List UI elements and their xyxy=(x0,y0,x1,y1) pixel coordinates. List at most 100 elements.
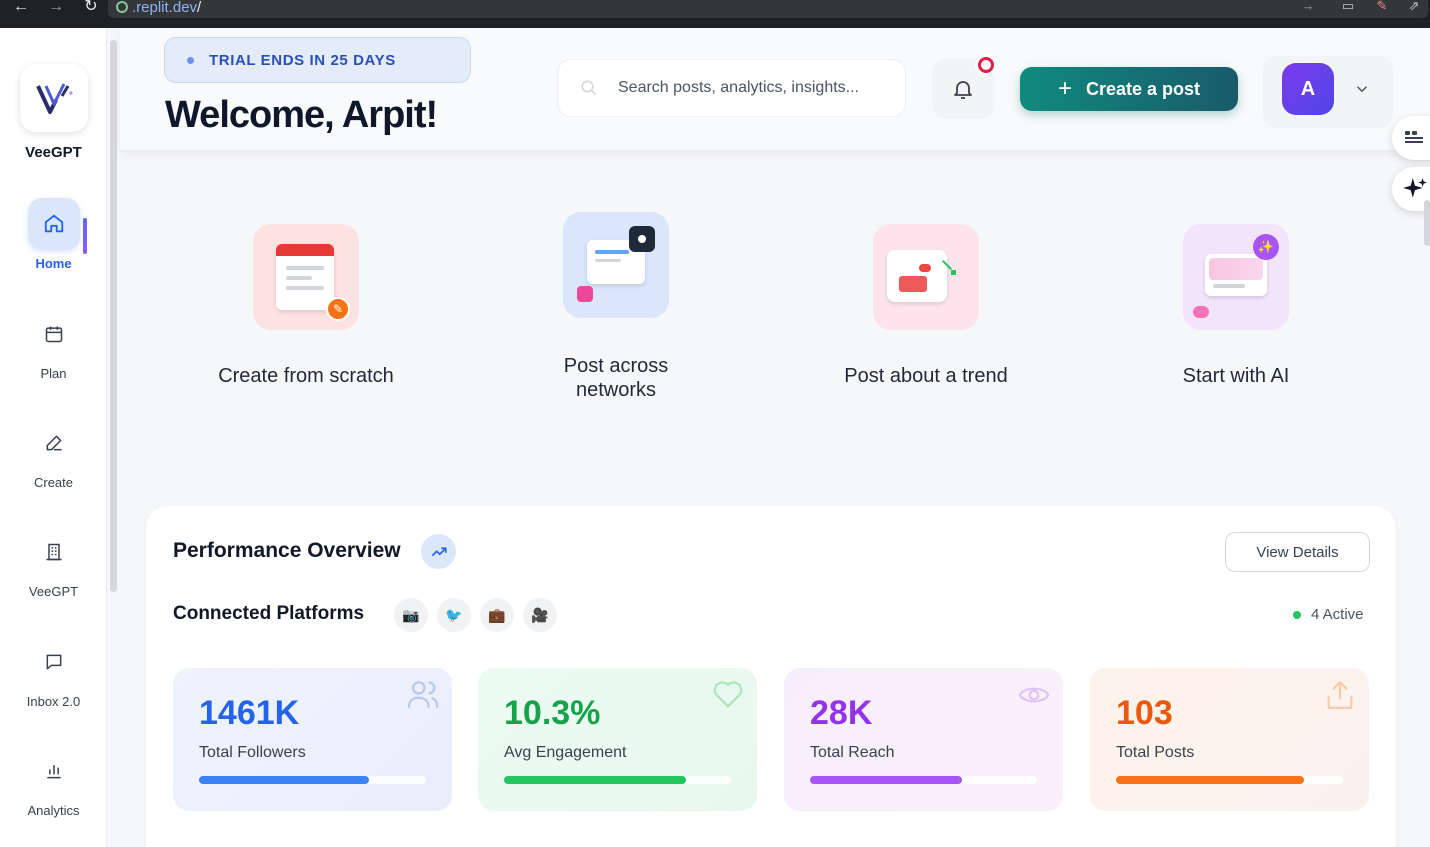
quick-action-post-about-trend[interactable]: Post about a trend xyxy=(796,224,1056,388)
multi-network-icon xyxy=(563,212,669,318)
sidebar-item-label: Inbox 2.0 xyxy=(26,694,81,709)
trending-up-icon xyxy=(421,534,456,569)
extension-icon[interactable]: ✎ xyxy=(1374,0,1390,14)
sidebar-item-label: Analytics xyxy=(27,803,80,818)
sidebar-item-home[interactable]: Home xyxy=(0,198,107,271)
quote-float-button[interactable] xyxy=(1392,116,1430,160)
trial-banner[interactable]: TRIAL ENDS IN 25 DAYS xyxy=(164,37,471,83)
building-icon xyxy=(28,526,80,578)
quick-action-label: Post about a trend xyxy=(844,365,1008,387)
page-scrollbar[interactable] xyxy=(1424,200,1430,246)
progress-track xyxy=(504,776,731,784)
progress-fill xyxy=(199,776,370,784)
home-icon xyxy=(27,198,80,250)
trend-icon xyxy=(873,224,979,330)
sidebar-item-analytics[interactable]: Analytics xyxy=(0,745,107,818)
go-arrow-icon[interactable]: → xyxy=(1300,0,1316,14)
progress-track xyxy=(199,776,426,784)
stat-value: 103 xyxy=(1116,694,1173,732)
quick-action-post-across-networks[interactable]: Post across networks xyxy=(486,212,746,402)
share-icon xyxy=(1327,680,1353,709)
trial-text: TRIAL ENDS IN 25 DAYS xyxy=(209,51,396,69)
back-icon[interactable]: ← xyxy=(12,0,30,18)
video-camera-icon[interactable]: 🎥 xyxy=(523,598,557,632)
plus-icon: + xyxy=(1057,75,1072,102)
progress-fill xyxy=(810,776,963,784)
sidebar: VeeGPT Home Plan Create VeeGPT Inbox 2.0 xyxy=(0,28,107,847)
sidebar-item-plan[interactable]: Plan xyxy=(0,308,107,381)
create-post-label: Create a post xyxy=(1085,78,1201,99)
sidebar-item-label: VeeGPT xyxy=(28,584,79,599)
stat-value: 10.3% xyxy=(504,694,601,732)
bird-icon[interactable]: 🐦 xyxy=(437,598,471,632)
veegpt-logo-icon xyxy=(36,83,73,114)
section-title: Performance Overview xyxy=(173,539,401,562)
sidebar-scrollbar[interactable] xyxy=(110,40,117,592)
progress-track xyxy=(810,776,1037,784)
chat-icon xyxy=(28,636,80,688)
address-bar[interactable]: .replit.dev/ → xyxy=(108,0,1428,18)
progress-fill xyxy=(1116,776,1305,784)
sidebar-item-label: Home xyxy=(35,256,72,271)
search-input[interactable] xyxy=(618,79,898,97)
url-host: .replit.dev xyxy=(132,0,198,16)
stat-value: 1461K xyxy=(199,694,300,732)
quick-action-label: Post across networks xyxy=(563,355,669,401)
notification-badge xyxy=(975,54,997,76)
status-dot xyxy=(187,56,194,64)
stat-label: Total Reach xyxy=(810,744,895,761)
open-external-icon[interactable]: ⇗ xyxy=(1406,0,1422,14)
users-icon xyxy=(407,681,439,708)
performance-overview-card: Performance Overview View Details Connec… xyxy=(146,506,1396,847)
reload-icon[interactable]: ↻ xyxy=(82,0,100,18)
profile-menu[interactable]: A xyxy=(1263,56,1393,128)
cast-icon[interactable]: ▭ xyxy=(1340,0,1356,14)
eye-icon xyxy=(1018,687,1050,703)
link-icon xyxy=(116,1,128,13)
ai-magic-icon: ✨ xyxy=(1183,224,1289,330)
sidebar-item-label: Create xyxy=(33,475,74,490)
app-name: VeeGPT xyxy=(25,144,82,161)
calendar-icon xyxy=(28,308,80,360)
stat-card-engagement[interactable]: 10.3% Avg Engagement xyxy=(478,668,757,811)
stat-label: Avg Engagement xyxy=(504,744,627,761)
pen-icon xyxy=(28,417,80,469)
stat-card-reach[interactable]: 28K Total Reach xyxy=(784,668,1063,811)
browser-toolbar: ← → ↻ .replit.dev/ → ▭ ✎ ⇗ xyxy=(0,0,1430,28)
bar-chart-icon xyxy=(28,745,80,797)
briefcase-icon[interactable]: 💼 xyxy=(480,598,514,632)
sidebar-item-inbox[interactable]: Inbox 2.0 xyxy=(0,636,107,709)
chevron-down-icon[interactable] xyxy=(1353,80,1371,98)
stat-label: Total Followers xyxy=(199,744,306,761)
stat-card-posts[interactable]: 103 Total Posts xyxy=(1090,668,1369,811)
quick-action-label: Start with AI xyxy=(1182,365,1290,387)
sparkle-icon xyxy=(1403,178,1427,198)
active-indicator xyxy=(83,218,87,254)
stat-value: 28K xyxy=(810,694,873,732)
stat-card-followers[interactable]: 1461K Total Followers xyxy=(173,668,452,811)
quote-icon xyxy=(1405,131,1423,143)
sidebar-item-create[interactable]: Create xyxy=(0,417,107,490)
search-box[interactable] xyxy=(557,59,906,117)
quick-action-start-with-ai[interactable]: ✨ Start with AI xyxy=(1106,224,1366,388)
app-logo[interactable] xyxy=(20,64,88,132)
search-icon xyxy=(581,80,597,96)
connected-platforms-title: Connected Platforms xyxy=(173,603,365,624)
quick-action-create-from-scratch[interactable]: ✎ Create from scratch xyxy=(176,224,436,388)
active-platforms-count: 4 Active xyxy=(1293,606,1364,623)
create-post-button[interactable]: + Create a post xyxy=(1020,67,1238,111)
document-edit-icon: ✎ xyxy=(253,224,359,330)
progress-track xyxy=(1116,776,1343,784)
camera-icon[interactable]: 📷 xyxy=(394,598,428,632)
progress-fill xyxy=(504,776,686,784)
sidebar-item-label: Plan xyxy=(40,366,67,381)
sidebar-item-veegpt[interactable]: VeeGPT xyxy=(0,526,107,599)
quick-action-label: Create from scratch xyxy=(218,365,394,387)
stat-label: Total Posts xyxy=(1116,744,1195,761)
status-dot xyxy=(1293,610,1301,619)
view-details-button[interactable]: View Details xyxy=(1225,532,1370,572)
bell-icon xyxy=(954,81,972,99)
heart-icon xyxy=(713,681,743,708)
avatar[interactable]: A xyxy=(1282,63,1334,115)
forward-icon[interactable]: → xyxy=(47,0,65,18)
